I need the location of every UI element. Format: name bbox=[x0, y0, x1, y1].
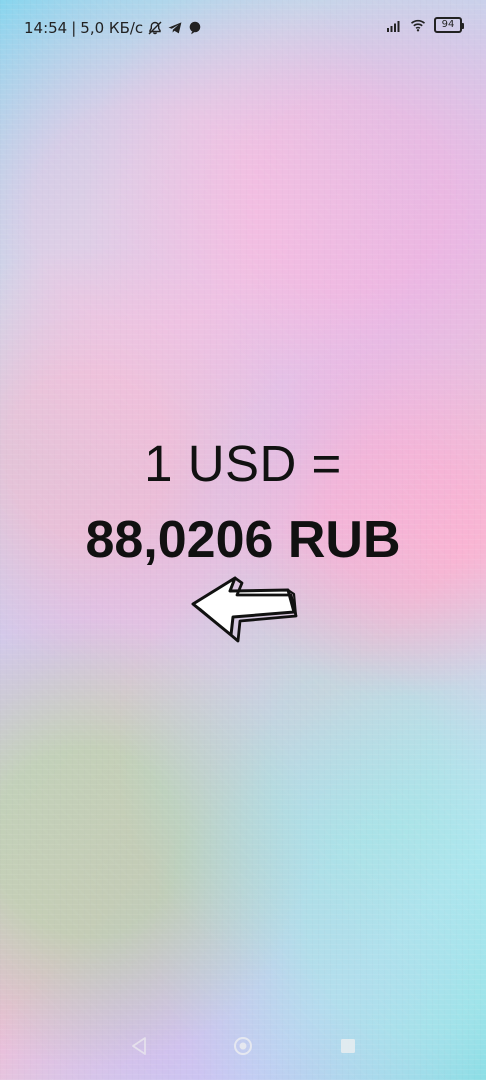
exchange-rate-display: 1 USD = 88,0206 RUB bbox=[0, 432, 486, 572]
rate-base-currency: 1 USD = bbox=[144, 435, 342, 492]
status-right: 94 bbox=[386, 17, 464, 33]
wifi-icon bbox=[410, 19, 426, 32]
muted-notification-icon bbox=[148, 21, 162, 35]
chat-icon bbox=[189, 21, 201, 35]
signal-icon bbox=[387, 21, 400, 32]
status-bar: 14:54 | 5,0 КБ/с 94 bbox=[0, 0, 486, 60]
battery-level: 94 bbox=[441, 19, 455, 30]
status-data-speed: 5,0 КБ/с bbox=[80, 19, 144, 37]
battery-icon: 94 bbox=[434, 17, 464, 33]
status-left: 14:54 | 5,0 КБ/с bbox=[24, 19, 203, 37]
home-icon[interactable] bbox=[231, 1034, 255, 1058]
status-separator: | bbox=[71, 19, 77, 37]
back-icon[interactable] bbox=[127, 1034, 151, 1058]
left-arrow-icon bbox=[191, 576, 298, 643]
telegram-icon bbox=[168, 22, 182, 34]
status-time: 14:54 bbox=[24, 19, 68, 37]
recent-apps-icon[interactable] bbox=[336, 1034, 360, 1058]
rate-converted-value: 88,0206 RUB bbox=[85, 511, 401, 569]
android-navigation-bar bbox=[0, 1014, 486, 1080]
